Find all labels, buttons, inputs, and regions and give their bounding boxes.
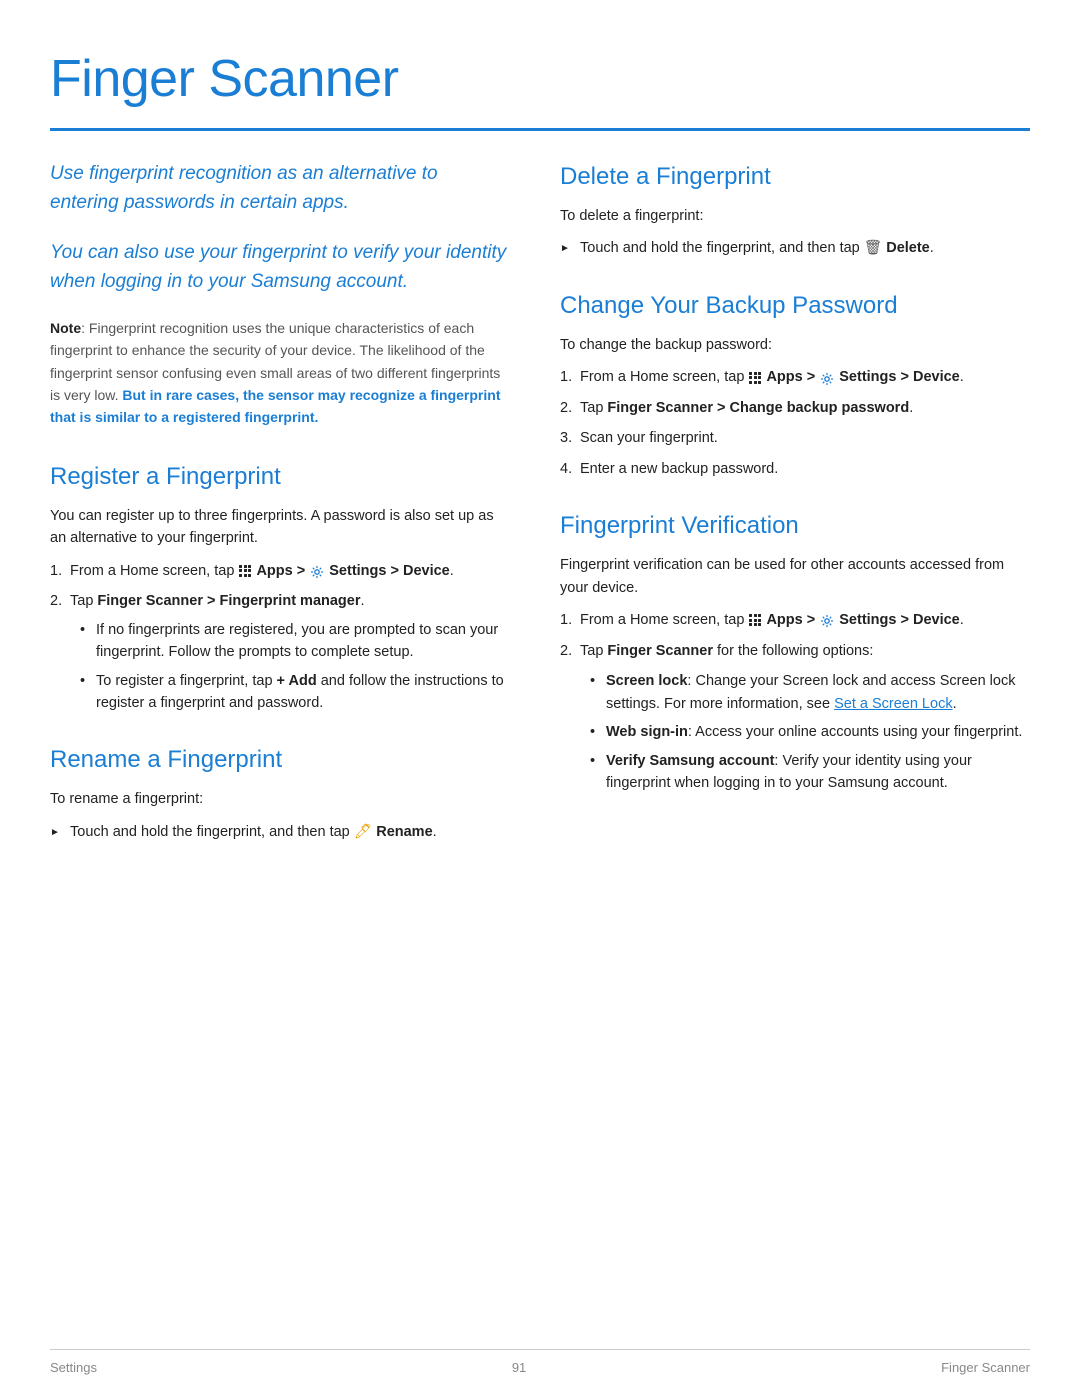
settings-gear-icon-2 [820, 371, 834, 385]
rename-bullet-list: Touch and hold the fingerprint, and then… [50, 821, 510, 843]
trash-icon: 🗑 [864, 240, 882, 256]
page-footer: Settings 91 Finger Scanner [50, 1349, 1030, 1378]
rename-intro: To rename a fingerprint: [50, 788, 510, 810]
rename-bullet: Touch and hold the fingerprint, and then… [50, 821, 510, 843]
verification-steps-list: 1. From a Home screen, tap Apps > [560, 609, 1030, 794]
backup-step-2: 2. Tap Finger Scanner > Change backup pa… [560, 397, 1030, 419]
backup-step-3: 3. Scan your fingerprint. [560, 427, 1030, 449]
intro-paragraph-1: Use fingerprint recognition as an altern… [50, 159, 510, 218]
two-column-layout: Use fingerprint recognition as an altern… [50, 159, 1030, 849]
screen-lock-link[interactable]: Set a Screen Lock [834, 696, 953, 712]
intro-paragraph-2: You can also use your fingerprint to ver… [50, 238, 510, 297]
register-steps-list: 1. From a Home screen, tap Apps > [50, 560, 510, 715]
apps-grid-icon-2 [749, 372, 761, 384]
verification-step-1: 1. From a Home screen, tap Apps > [560, 609, 1030, 631]
left-column: Use fingerprint recognition as an altern… [50, 159, 510, 849]
section-title-rename: Rename a Fingerprint [50, 742, 510, 778]
footer-right: Finger Scanner [941, 1358, 1030, 1378]
delete-bullet: Touch and hold the fingerprint, and then… [560, 237, 1030, 259]
register-step-1: 1. From a Home screen, tap Apps > [50, 560, 510, 582]
delete-bullet-list: Touch and hold the fingerprint, and then… [560, 237, 1030, 259]
backup-steps-list: 1. From a Home screen, tap Apps > [560, 366, 1030, 480]
verification-sub-bullets: Screen lock: Change your Screen lock and… [590, 670, 1030, 794]
register-intro: You can register up to three fingerprint… [50, 505, 510, 550]
backup-step-1: 1. From a Home screen, tap Apps > [560, 366, 1030, 388]
verification-bullet-screen-lock: Screen lock: Change your Screen lock and… [590, 670, 1030, 715]
settings-gear-icon-3 [820, 613, 834, 627]
register-sub-bullets: If no fingerprints are registered, you a… [80, 619, 510, 715]
section-title-delete: Delete a Fingerprint [560, 159, 1030, 195]
verification-intro: Fingerprint verification can be used for… [560, 554, 1030, 599]
verification-step-2: 2. Tap Finger Scanner for the following … [560, 640, 1030, 795]
right-column: Delete a Fingerprint To delete a fingerp… [560, 159, 1030, 849]
apps-grid-icon [239, 565, 251, 577]
add-icon: + [277, 673, 285, 689]
section-title-verification: Fingerprint Verification [560, 508, 1030, 544]
footer-left: Settings [50, 1358, 97, 1378]
section-title-backup: Change Your Backup Password [560, 288, 1030, 324]
page-container: Finger Scanner Use fingerprint recogniti… [0, 0, 1080, 909]
note-label: Note [50, 320, 81, 336]
section-title-register: Register a Fingerprint [50, 459, 510, 495]
delete-intro: To delete a fingerprint: [560, 205, 1030, 227]
verification-bullet-samsung-account: Verify Samsung account: Verify your iden… [590, 750, 1030, 795]
register-bullet-2: To register a fingerprint, tap + Add and… [80, 670, 510, 715]
header-rule [50, 128, 1030, 131]
note-block: Note: Fingerprint recognition uses the u… [50, 317, 510, 429]
backup-intro: To change the backup password: [560, 334, 1030, 356]
footer-page-number: 91 [512, 1358, 526, 1378]
settings-gear-icon [310, 564, 324, 578]
register-bullet-1: If no fingerprints are registered, you a… [80, 619, 510, 664]
pencil-icon: 🖊 [354, 824, 372, 840]
verification-bullet-web-signin: Web sign-in: Access your online accounts… [590, 721, 1030, 743]
backup-step-4: 4. Enter a new backup password. [560, 458, 1030, 480]
register-step-2: 2. Tap Finger Scanner > Fingerprint mana… [50, 590, 510, 714]
page-title: Finger Scanner [50, 40, 1030, 118]
apps-grid-icon-3 [749, 614, 761, 626]
